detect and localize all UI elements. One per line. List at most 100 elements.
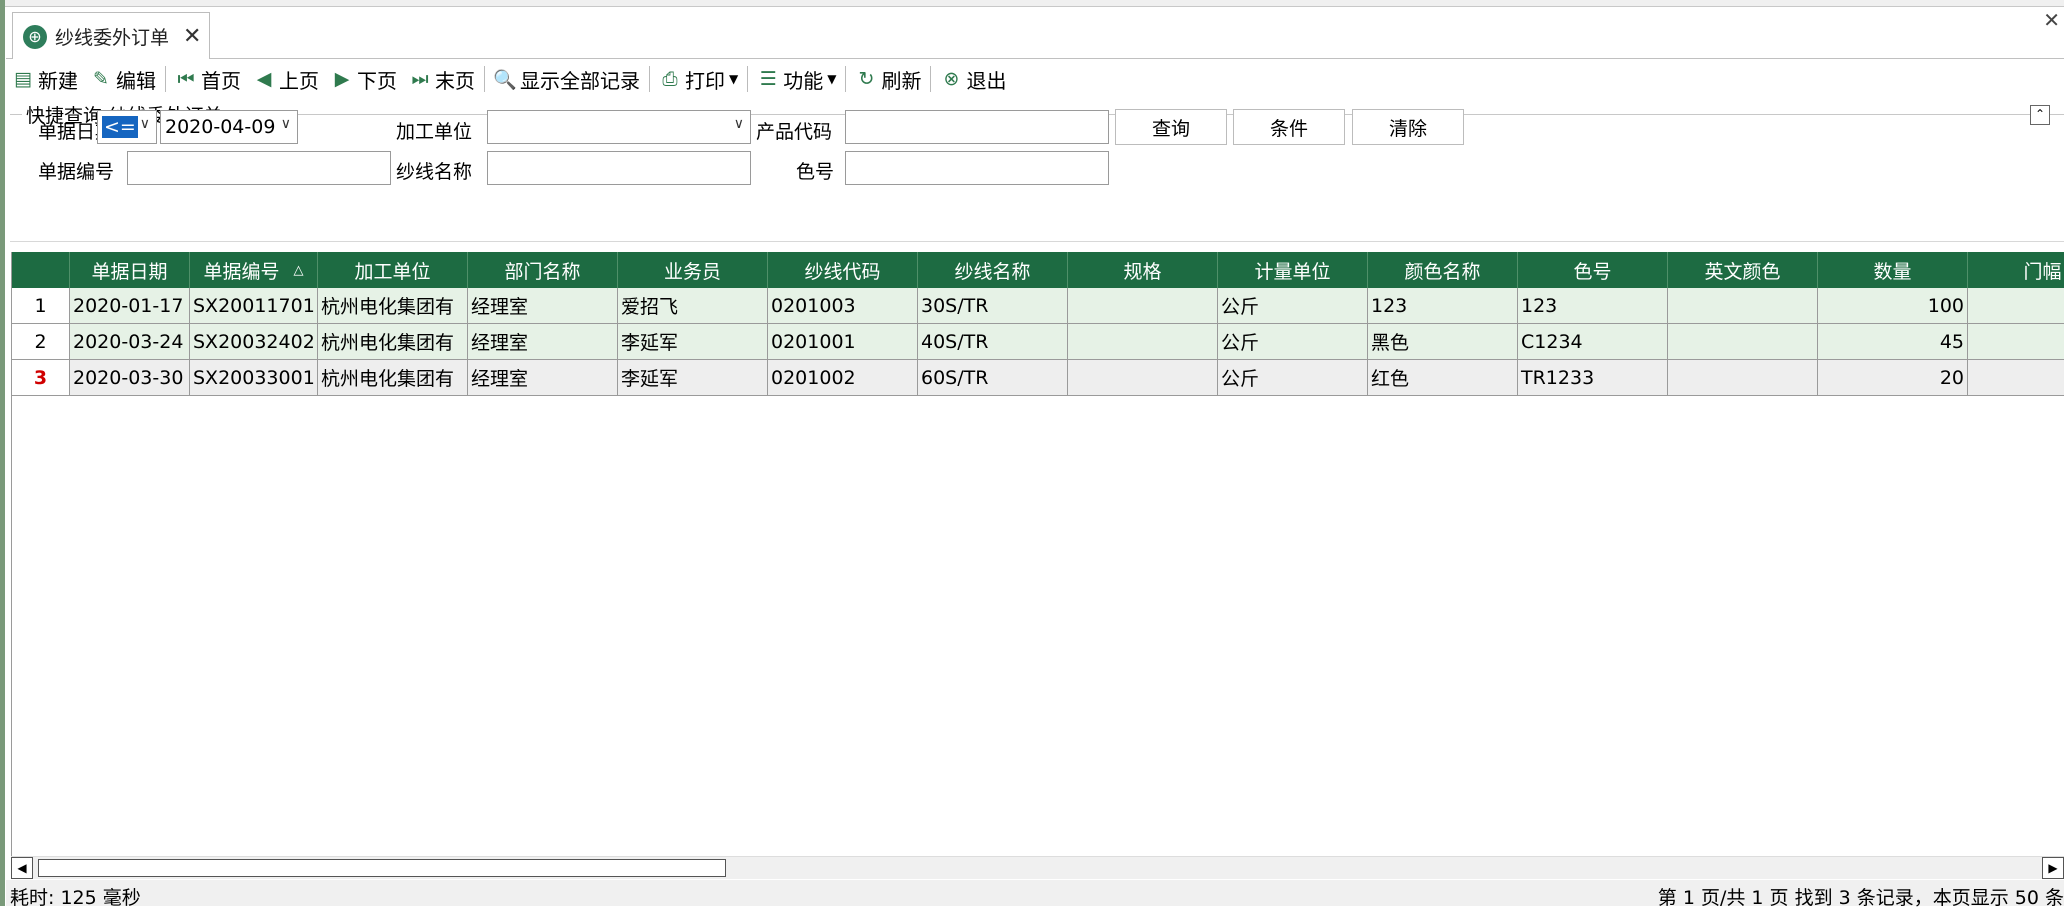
column-header[interactable]: 色号 xyxy=(1518,252,1668,288)
unit-select[interactable]: ∨ xyxy=(487,110,751,144)
doc-no-label: 单据编号 xyxy=(38,161,115,183)
table-cell[interactable]: 公斤 xyxy=(1218,324,1368,360)
table-cell[interactable]: 李延军 xyxy=(618,324,768,360)
table-cell[interactable] xyxy=(1668,288,1818,324)
table-cell[interactable]: 2020-03-24 xyxy=(70,324,190,360)
doc-no-input[interactable] xyxy=(127,151,391,185)
print-button[interactable]: ⎙ 打印 ▼ xyxy=(653,61,744,97)
table-cell[interactable]: SX20033001 xyxy=(190,360,318,396)
column-header[interactable]: 业务员 xyxy=(618,252,768,288)
table-cell[interactable]: 经理室 xyxy=(468,288,618,324)
table-cell[interactable] xyxy=(1068,288,1218,324)
table-cell[interactable]: SX20011701 xyxy=(190,288,318,324)
scroll-left-icon[interactable]: ◀ xyxy=(11,857,33,879)
tab-bar: ⊕ 纱线委外订单 ✕ xyxy=(6,8,2064,60)
table-cell[interactable]: 20 xyxy=(1818,360,1968,396)
table-cell[interactable]: 2020-01-17 xyxy=(70,288,190,324)
table-cell[interactable]: 李延军 xyxy=(618,360,768,396)
scroll-right-icon[interactable]: ▶ xyxy=(2042,857,2064,879)
next-page-label: 下页 xyxy=(357,68,397,93)
table-cell[interactable] xyxy=(1068,324,1218,360)
column-header[interactable]: 纱线名称 xyxy=(918,252,1068,288)
table-cell[interactable]: 公斤 xyxy=(1218,360,1368,396)
table-cell[interactable]: TR1233 xyxy=(1518,360,1668,396)
condition-button[interactable]: 条件 xyxy=(1233,109,1345,145)
column-header[interactable]: 单据日期 xyxy=(70,252,190,288)
print-icon: ⎙ xyxy=(662,68,678,90)
new-button[interactable]: ▤ 新建 xyxy=(6,61,84,97)
column-header[interactable]: 门幅 xyxy=(1968,252,2064,288)
column-header[interactable]: 规格 xyxy=(1068,252,1218,288)
yarn-name-input[interactable] xyxy=(487,151,751,185)
table-cell[interactable]: 40S/TR xyxy=(918,324,1068,360)
table-cell[interactable]: 杭州电化集团有 xyxy=(318,324,468,360)
table-cell[interactable] xyxy=(1668,324,1818,360)
clear-button[interactable]: 清除 xyxy=(1352,109,1464,145)
table-cell[interactable] xyxy=(1968,324,2064,360)
function-icon: ☰ xyxy=(759,68,777,90)
collapse-icon[interactable]: ⌃ xyxy=(2030,105,2050,125)
table-cell[interactable]: 123 xyxy=(1518,288,1668,324)
search-button[interactable]: 查询 xyxy=(1115,109,1227,145)
edit-button[interactable]: ✎ 编辑 xyxy=(84,61,162,97)
table-cell[interactable]: 经理室 xyxy=(468,324,618,360)
table-cell[interactable]: 100 xyxy=(1818,288,1968,324)
table-cell[interactable]: 0201001 xyxy=(768,324,918,360)
table-cell[interactable]: 45 xyxy=(1818,324,1968,360)
show-all-button[interactable]: 🔍 显示全部记录 xyxy=(488,61,646,97)
table-row[interactable]: 3 2020-03-30 SX20033001 杭州电化集团有 经理室 李延军 020100… xyxy=(12,360,2064,396)
toolbar: ▤ 新建 ✎ 编辑 ⏮ 首页 ◀ 上页 ▶ 下页 ⏭ 末页 🔍 显示全部记录 ⎙ 打印 ▼ ☰ 功能 ▼ ↻ 刷新 ⊗ 退出 xyxy=(6,59,2064,99)
table-row[interactable]: 2 2020-03-24 SX20032402 杭州电化集团有 经理室 李延军 020100… xyxy=(12,324,2064,360)
table-cell[interactable]: 红色 xyxy=(1368,360,1518,396)
table-row[interactable]: 1 2020-01-17 SX20011701 杭州电化集团有 经理室 爱招飞 020100… xyxy=(12,288,2064,324)
column-header[interactable]: 颜色名称 xyxy=(1368,252,1518,288)
table-cell[interactable]: 杭州电化集团有 xyxy=(318,360,468,396)
table-cell[interactable]: 爱招飞 xyxy=(618,288,768,324)
column-header[interactable]: 部门名称 xyxy=(468,252,618,288)
table-cell[interactable]: 黑色 xyxy=(1368,324,1518,360)
exit-button[interactable]: ⊗ 退出 xyxy=(934,61,1012,97)
refresh-label: 刷新 xyxy=(881,68,922,93)
prev-page-button[interactable]: ◀ 上页 xyxy=(247,61,325,97)
table-cell[interactable] xyxy=(1668,360,1818,396)
exit-label: 退出 xyxy=(966,68,1007,93)
chevron-down-icon: ∨ xyxy=(139,116,150,132)
tab-yarn-outsource-order[interactable]: ⊕ 纱线委外订单 ✕ xyxy=(12,12,210,60)
column-header[interactable]: 纱线代码 xyxy=(768,252,918,288)
table-cell[interactable] xyxy=(1068,360,1218,396)
refresh-button[interactable]: ↻ 刷新 xyxy=(849,61,927,97)
table-cell[interactable]: SX20032402 xyxy=(190,324,318,360)
next-page-button[interactable]: ▶ 下页 xyxy=(325,61,403,97)
first-page-button[interactable]: ⏮ 首页 xyxy=(169,61,247,97)
function-button[interactable]: ☰ 功能 ▼ xyxy=(751,61,842,97)
scrollbar-thumb[interactable] xyxy=(38,859,726,877)
table-cell[interactable]: C1234 xyxy=(1518,324,1668,360)
color-no-input[interactable] xyxy=(845,151,1109,185)
column-header[interactable]: 加工单位 xyxy=(318,252,468,288)
table-cell[interactable]: 123 xyxy=(1368,288,1518,324)
toolbar-separator xyxy=(649,66,650,92)
table-cell[interactable]: 2020-03-30 xyxy=(70,360,190,396)
color-no-label: 色号 xyxy=(796,161,835,183)
last-page-button[interactable]: ⏭ 末页 xyxy=(403,61,481,97)
table-cell[interactable]: 杭州电化集团有 xyxy=(318,288,468,324)
column-header[interactable]: 计量单位 xyxy=(1218,252,1368,288)
close-icon[interactable]: ✕ xyxy=(183,24,201,49)
table-cell[interactable] xyxy=(1968,360,2064,396)
date-input[interactable]: 2020-04-09 ∨ xyxy=(160,110,298,144)
table-cell[interactable]: 0201002 xyxy=(768,360,918,396)
column-header[interactable]: 英文颜色 xyxy=(1668,252,1818,288)
table-cell[interactable]: 公斤 xyxy=(1218,288,1368,324)
product-code-input[interactable] xyxy=(845,110,1109,144)
table-cell[interactable]: 经理室 xyxy=(468,360,618,396)
column-header[interactable]: 单据编号 △ xyxy=(190,252,318,288)
toolbar-separator xyxy=(930,66,932,92)
table-cell[interactable] xyxy=(1968,288,2064,324)
column-header[interactable]: 数量 xyxy=(1818,252,1968,288)
table-cell[interactable]: 60S/TR xyxy=(918,360,1068,396)
table-cell[interactable]: 0201003 xyxy=(768,288,918,324)
date-operator-select[interactable]: <= ∨ xyxy=(97,110,157,144)
table-cell[interactable]: 30S/TR xyxy=(918,288,1068,324)
horizontal-scrollbar[interactable]: ◀ ▶ xyxy=(11,856,2064,879)
window-close-icon[interactable]: ✕ xyxy=(2043,8,2060,32)
